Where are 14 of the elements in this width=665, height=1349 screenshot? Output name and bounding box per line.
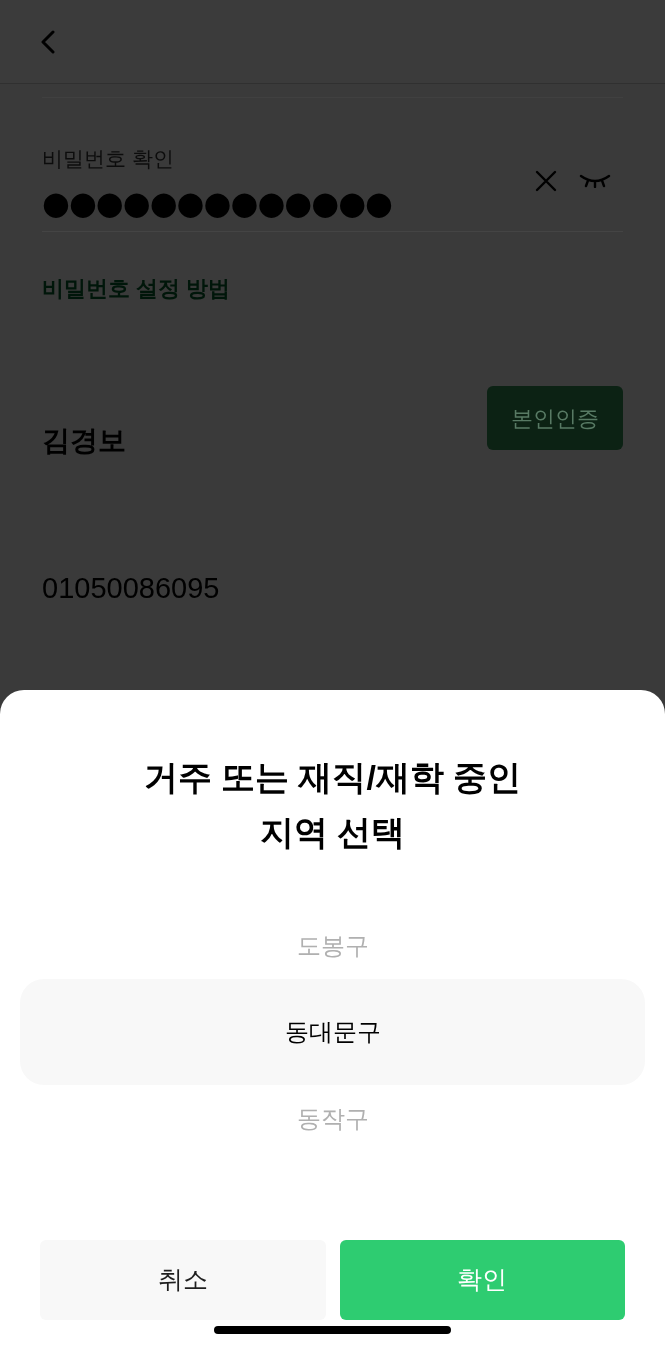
picker-option[interactable]: 동작구 bbox=[20, 1085, 645, 1152]
picker-option[interactable]: 도봉구 bbox=[20, 912, 645, 979]
sheet-title: 거주 또는 재직/재학 중인 지역 선택 bbox=[142, 757, 523, 853]
password-help-link[interactable]: 비밀번호 설정 방법 bbox=[42, 274, 231, 304]
verify-button[interactable]: 본인인증 bbox=[487, 386, 623, 450]
clear-icon[interactable] bbox=[535, 170, 557, 192]
closed-eye-icon[interactable] bbox=[579, 174, 611, 188]
picker-option[interactable]: 동대문구 bbox=[20, 979, 645, 1085]
masked-password: ●●●●●●●●●●●●● bbox=[42, 183, 393, 224]
sheet-button[interactable]: 확인 bbox=[339, 1240, 625, 1320]
name-value: 김경보 bbox=[42, 424, 126, 458]
sheet-button[interactable]: 취소 bbox=[40, 1240, 326, 1320]
phone-value: 01050086095 bbox=[42, 571, 220, 606]
chevron-left-icon bbox=[41, 29, 55, 54]
